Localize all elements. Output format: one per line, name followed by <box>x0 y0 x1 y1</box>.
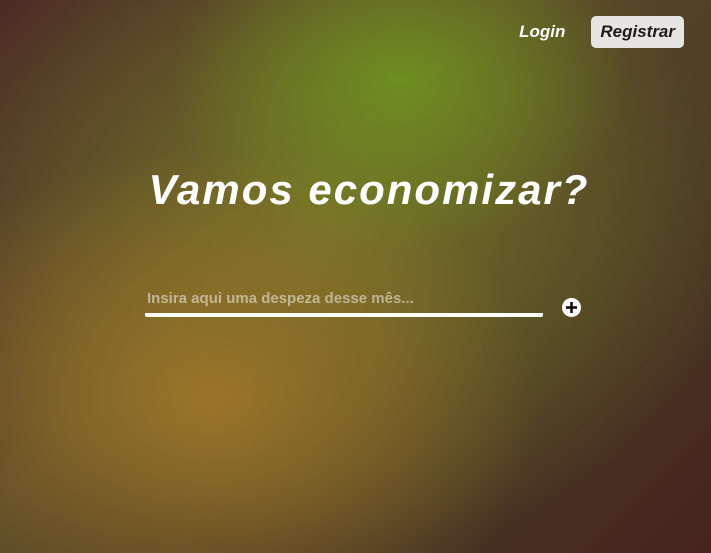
page-title: Vamos economizar? <box>148 166 590 213</box>
add-expense-button[interactable] <box>562 298 581 317</box>
expense-input[interactable] <box>145 283 543 317</box>
login-link[interactable]: Login <box>519 22 565 42</box>
expense-form <box>145 283 585 323</box>
top-nav: Login Registrar <box>519 16 684 48</box>
register-button[interactable]: Registrar <box>591 16 684 48</box>
plus-circle-icon <box>566 302 577 313</box>
